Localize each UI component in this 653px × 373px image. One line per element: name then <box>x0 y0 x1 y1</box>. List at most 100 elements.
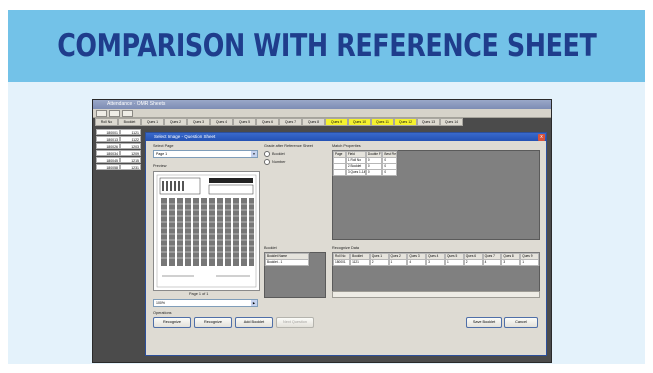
page-select[interactable]: Page 1 ▼ <box>153 150 258 158</box>
table-row[interactable]: 180013 1122 <box>96 136 142 143</box>
table-row[interactable]: 180058 1231 <box>96 164 142 171</box>
radio-label: Number <box>272 160 286 164</box>
cell[interactable]: 1 <box>444 259 464 266</box>
cell[interactable]: 180045 <box>96 157 120 163</box>
table-row[interactable]: 180034 1209 <box>96 150 142 157</box>
cell[interactable] <box>333 169 346 176</box>
table-row[interactable]: Booklet - 1 <box>265 259 309 266</box>
booklet-label: Booklet <box>264 246 277 250</box>
dialog-title: Select Image - Question Sheet <box>154 134 216 139</box>
cell[interactable]: 180013 <box>96 136 120 142</box>
sheet-rows: 180001 1121 180013 1122 180026 1203 180034 1… <box>96 129 142 171</box>
page-indicator: Page 1 of 1 <box>189 292 209 296</box>
cell[interactable]: 180001 <box>333 259 351 266</box>
cell[interactable]: 1122 <box>120 136 141 142</box>
dialog-title-bar: Select Image - Question Sheet x <box>146 133 546 141</box>
app-title-bar: Attendance · OMR Sheets <box>93 100 551 109</box>
cell[interactable]: 0 <box>365 169 383 176</box>
close-icon[interactable]: x <box>538 133 545 141</box>
booklet-table: Booklet Name Booklet - 1 <box>264 252 310 266</box>
toolbar-button[interactable] <box>109 109 120 117</box>
table-row[interactable]: 180001 1121 2 1 4 3 1 2 4 3 1 <box>333 259 540 266</box>
table-row[interactable]: 180001 1121 <box>96 129 142 136</box>
select-page-label: Select Page <box>153 144 174 148</box>
cell[interactable]: 180026 <box>96 143 120 149</box>
column-header[interactable]: Ques 12 <box>394 118 417 126</box>
column-header[interactable]: Ques 6 <box>256 118 279 126</box>
toolbar-button[interactable] <box>122 109 133 117</box>
radio-number[interactable]: Number <box>264 159 286 165</box>
page-select-value: Page 1 <box>156 152 168 156</box>
radio-label: Booklet <box>272 152 285 156</box>
zoom-value: 100% <box>156 301 165 305</box>
zoom-slider[interactable]: 100% ▶ <box>153 299 258 307</box>
cell[interactable]: 1209 <box>120 150 141 156</box>
sheet-header-row: Roll No Booklet Ques 1 Ques 2 Ques 3 Que… <box>95 118 551 126</box>
add-booklet-button[interactable]: Add Booklet <box>235 317 273 328</box>
column-header[interactable]: Booklet <box>118 118 141 126</box>
cell[interactable]: 3 Ques 1-14 <box>345 169 366 176</box>
radio-icon[interactable] <box>264 151 270 157</box>
column-header[interactable]: Ques 8 <box>302 118 325 126</box>
presentation-slide: COMPARISON WITH REFERENCE SHEET Attendan… <box>0 0 653 373</box>
cell[interactable]: 1215 <box>120 157 141 163</box>
next-question-button[interactable]: Next Question <box>276 317 314 328</box>
cell[interactable]: 3 <box>501 259 521 266</box>
cell[interactable]: 180058 <box>96 164 120 170</box>
column-header[interactable]: Ques 7 <box>279 118 302 126</box>
column-header[interactable]: Ques 3 <box>187 118 210 126</box>
cell[interactable]: 0 <box>382 169 397 176</box>
recognize-button[interactable]: Recognize <box>153 317 191 328</box>
recognize-all-button[interactable]: Recognize <box>194 317 232 328</box>
cell[interactable]: 1203 <box>120 143 141 149</box>
cell[interactable]: 2 <box>369 259 389 266</box>
cell[interactable]: 180034 <box>96 150 120 156</box>
sheet-preview-image[interactable] <box>153 171 260 291</box>
table-row[interactable]: 3 Ques 1-14 0 0 <box>333 169 397 176</box>
cell[interactable]: 1 <box>520 259 540 266</box>
column-header[interactable]: Ques 1 <box>141 118 164 126</box>
title-banner: COMPARISON WITH REFERENCE SHEET <box>8 10 645 82</box>
cell[interactable]: 3 <box>426 259 445 266</box>
screenshot-app-window: Attendance · OMR Sheets Roll No Booklet … <box>92 99 552 363</box>
column-header[interactable]: Ques 5 <box>233 118 256 126</box>
omr-sheet-thumbnail <box>156 174 257 288</box>
cell[interactable]: 4 <box>482 259 502 266</box>
cell[interactable]: Booklet - 1 <box>265 259 309 266</box>
cell[interactable]: 1121 <box>120 129 141 135</box>
chevron-down-icon[interactable]: ▼ <box>251 151 257 157</box>
operations-label: Operations <box>153 311 172 315</box>
cell[interactable]: 4 <box>407 259 427 266</box>
cancel-button[interactable]: Cancel <box>504 317 538 328</box>
slide-title: COMPARISON WITH REFERENCE SHEET <box>56 28 597 64</box>
column-header[interactable]: Ques 14 <box>440 118 463 126</box>
table-row[interactable]: 180026 1203 <box>96 143 142 150</box>
column-header[interactable]: Roll No <box>95 118 118 126</box>
recognize-data-table: Roll No Booklet Ques 1 Ques 2 Ques 3 Que… <box>332 252 540 266</box>
column-header[interactable]: Ques 10 <box>348 118 371 126</box>
column-header[interactable]: Ques 4 <box>210 118 233 126</box>
chevron-right-icon[interactable]: ▶ <box>251 300 257 306</box>
horizontal-scrollbar[interactable] <box>332 291 540 298</box>
save-booklet-button[interactable]: Save Booklet <box>466 317 502 328</box>
app-toolbar <box>93 109 551 118</box>
match-properties-table: Page Field Double Field Best Field 1 Rol… <box>332 150 398 176</box>
column-header[interactable]: Ques 2 <box>164 118 187 126</box>
cell[interactable]: 180001 <box>96 129 120 135</box>
table-row[interactable]: 180045 1215 <box>96 157 142 164</box>
column-header[interactable]: Ques 13 <box>417 118 440 126</box>
column-header[interactable]: Ques 9 <box>325 118 348 126</box>
column-header[interactable]: Ques 11 <box>371 118 394 126</box>
cell[interactable]: 1121 <box>350 259 370 266</box>
reference-label: Grade after Reference Sheet <box>264 144 313 148</box>
radio-booklet[interactable]: Booklet <box>264 151 285 157</box>
recognize-data-label: Recognize Data <box>332 246 360 250</box>
cell[interactable]: 1 <box>388 259 408 266</box>
radio-icon[interactable] <box>264 159 270 165</box>
cell[interactable]: 2 <box>463 259 483 266</box>
toolbar-button[interactable] <box>96 109 107 117</box>
select-image-dialog: Select Image - Question Sheet x Select P… <box>145 132 547 356</box>
preview-label: Preview <box>153 164 167 168</box>
cell[interactable]: 1231 <box>120 164 141 170</box>
match-properties-label: Match Properties <box>332 144 361 148</box>
